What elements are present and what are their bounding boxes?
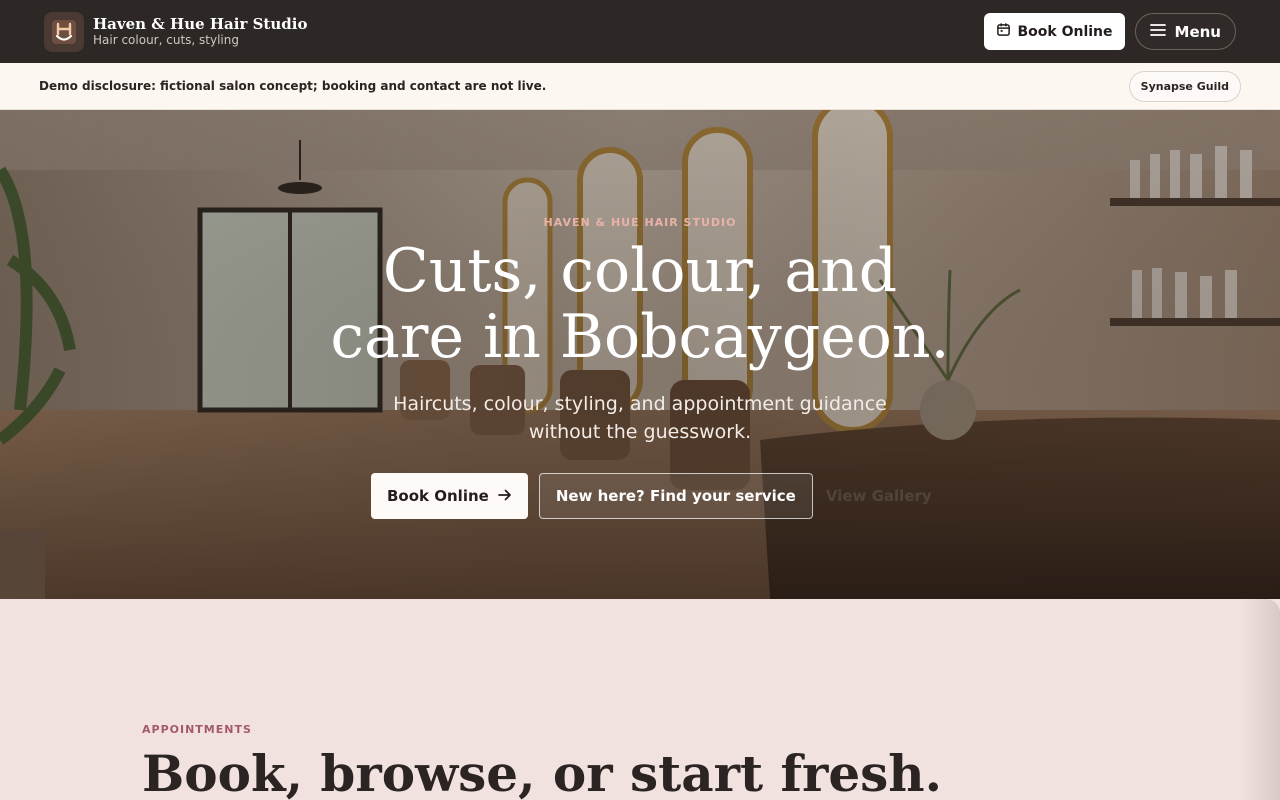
book-online-hero-button[interactable]: Book Online xyxy=(371,473,528,519)
appointments-title: Book, browse, or start fresh. xyxy=(142,744,943,800)
book-online-header-button[interactable]: Book Online xyxy=(983,13,1125,50)
calendar-icon xyxy=(996,22,1011,41)
menu-button[interactable]: Menu xyxy=(1134,13,1236,50)
view-gallery-link[interactable]: View Gallery xyxy=(826,487,932,505)
synapse-guild-badge[interactable]: Synapse Guild xyxy=(1128,70,1241,102)
hero-title-line-2: care in Bobcaygeon. xyxy=(330,302,950,372)
brand-tagline: Hair colour, cuts, styling xyxy=(93,33,239,47)
menu-icon xyxy=(1149,23,1166,41)
menu-label: Menu xyxy=(1174,22,1221,41)
hero-eyebrow: HAVEN & HUE HAIR STUDIO xyxy=(543,216,737,229)
book-online-hero-label: Book Online xyxy=(387,487,489,505)
logo-icon[interactable] xyxy=(44,11,84,52)
arrow-right-icon xyxy=(497,487,512,505)
book-online-header-label: Book Online xyxy=(1017,23,1113,40)
brand-name: Haven & Hue Hair Studio xyxy=(93,15,308,33)
hero-title: Cuts, colour, and care in Bobcaygeon. xyxy=(0,238,1280,370)
disclosure-text: Demo disclosure: fictional salon concept… xyxy=(39,79,547,93)
hero-subtitle: Haircuts, colour, styling, and appointme… xyxy=(393,393,887,443)
hero: HAVEN & HUE HAIR STUDIO Cuts, colour, an… xyxy=(0,110,1280,599)
site-header: Haven & Hue Hair Studio Hair colour, cut… xyxy=(0,0,1280,63)
hero-cta-group: Book Online New here? Find your service … xyxy=(371,473,932,519)
find-your-service-button[interactable]: New here? Find your service xyxy=(538,473,813,519)
appointments-section: APPOINTMENTS Book, browse, or start fres… xyxy=(0,599,1280,800)
brand[interactable]: Haven & Hue Hair Studio Hair colour, cut… xyxy=(93,15,307,48)
demo-disclosure-bar: Demo disclosure: fictional salon concept… xyxy=(0,63,1280,110)
appointments-eyebrow: APPOINTMENTS xyxy=(142,723,252,736)
hero-title-line-1: Cuts, colour, and xyxy=(382,236,898,306)
header-actions: Book Online Menu xyxy=(983,13,1236,50)
